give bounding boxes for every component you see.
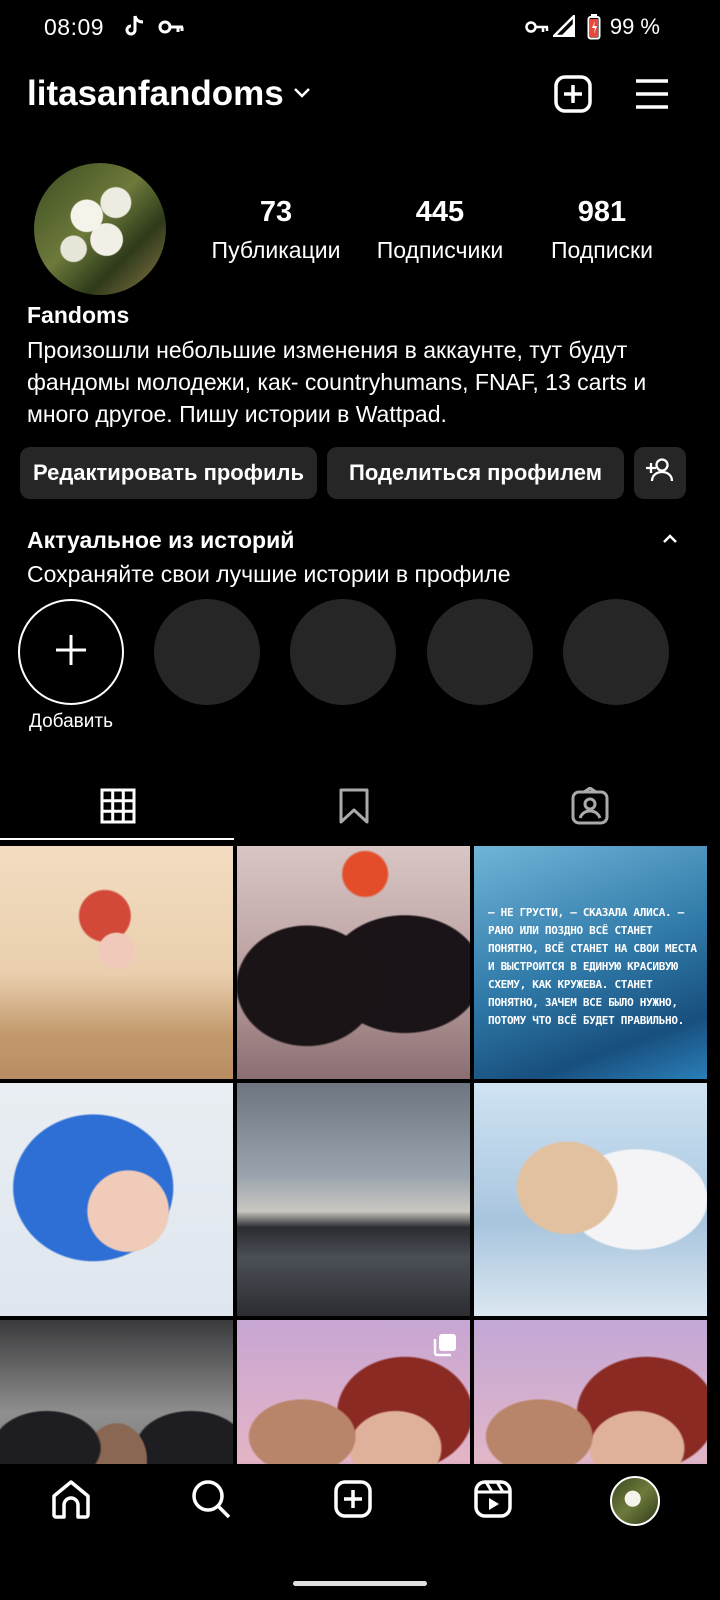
nav-reels[interactable] [467,1475,519,1527]
post-thumbnail[interactable] [0,1083,233,1316]
edit-profile-button[interactable]: Редактировать профиль [20,447,317,499]
stat-label: Публикации [211,237,341,263]
stat-following[interactable]: 981 Подписки [522,196,682,264]
profile-bio: Произошли небольшие изменения в аккаунте… [27,337,647,427]
status-bar: 08:09 99 % [0,0,720,56]
home-icon [50,1478,92,1525]
add-highlight-button[interactable] [18,599,124,705]
nav-create[interactable] [327,1475,379,1527]
tagged-icon [571,785,609,830]
stat-value: 73 [259,196,293,228]
nav-home[interactable] [45,1475,97,1527]
key-icon [158,18,184,41]
post-quote-text: – НЕ ГРУСТИ, – СКАЗАЛА АЛИСА. – РАНО ИЛИ… [488,906,697,1027]
plus-icon [54,633,88,672]
highlight-placeholder [563,599,669,705]
battery-percent: 99 % [609,14,660,39]
post-thumbnail[interactable] [237,1083,470,1316]
bookmark-icon [338,788,370,829]
highlights-subtitle: Сохраняйте свои лучшие истории в профиле [27,561,511,587]
battery-icon [587,14,601,45]
post-thumbnail[interactable]: – НЕ ГРУСТИ, – СКАЗАЛА АЛИСА. – РАНО ИЛИ… [474,846,707,1079]
profile-avatar[interactable] [34,163,166,295]
tab-posts[interactable] [0,776,236,840]
add-highlight-label: Добавить [29,711,113,732]
profile-avatar [610,1476,660,1526]
tiktok-icon [123,14,145,43]
search-icon [191,1479,231,1524]
active-tab-indicator [0,838,234,840]
stat-label: Подписчики [376,237,504,263]
status-time: 08:09 [44,14,105,40]
post-thumbnail[interactable] [0,846,233,1079]
share-profile-button[interactable]: Поделиться профилем [327,447,624,499]
create-icon [333,1479,373,1524]
reels-icon [473,1479,513,1524]
post-thumbnail[interactable] [474,1083,707,1316]
nav-profile[interactable] [609,1475,661,1527]
stat-posts[interactable]: 73 Публикации [196,196,356,264]
menu-button[interactable] [630,74,674,118]
stat-label: Подписки [551,237,653,263]
tab-saved[interactable] [236,776,472,840]
carousel-icon [432,1332,458,1363]
stat-followers[interactable]: 445 Подписчики [360,196,520,264]
menu-icon [634,78,670,115]
discover-people-button[interactable] [634,447,686,499]
highlight-placeholder [427,599,533,705]
display-name: Fandoms [27,302,130,328]
tab-tagged[interactable] [472,776,708,840]
new-post-button[interactable] [551,74,595,118]
grid-icon [100,788,136,829]
stat-value: 981 [577,196,627,228]
highlight-placeholder [154,599,260,705]
signal-icon [552,14,576,42]
highlight-placeholder [290,599,396,705]
vpn-key-icon [525,19,549,40]
new-post-icon [553,74,593,119]
gesture-bar[interactable] [293,1581,427,1586]
highlights-title: Актуальное из историй [27,527,295,553]
chevron-up-icon[interactable] [660,532,680,551]
stat-value: 445 [415,196,465,228]
nav-search[interactable] [185,1475,237,1527]
add-person-icon [645,457,675,489]
post-thumbnail[interactable] [237,846,470,1079]
account-username[interactable]: litasanfandoms [27,74,284,114]
chevron-down-icon[interactable] [292,86,312,105]
